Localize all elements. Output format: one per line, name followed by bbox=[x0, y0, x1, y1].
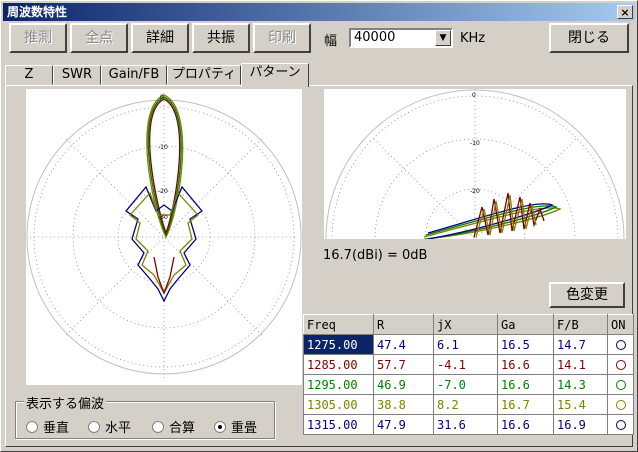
table-row[interactable]: 1305.00 38.8 8.2 16.7 15.4 bbox=[303, 394, 634, 415]
col-r[interactable]: R bbox=[373, 314, 434, 335]
radio-icon[interactable] bbox=[152, 420, 164, 433]
col-on[interactable]: ON bbox=[607, 314, 634, 335]
resonance-button[interactable]: 共振 bbox=[192, 23, 250, 53]
ga-cell[interactable]: 16.5 bbox=[497, 334, 554, 355]
width-label: 幅 bbox=[324, 34, 338, 49]
radio-icon[interactable] bbox=[88, 420, 100, 433]
vertical-pattern-plot: 0 -10 -20 bbox=[324, 89, 626, 239]
col-fb[interactable]: F/B bbox=[553, 314, 608, 335]
freq-cell[interactable]: 1275.00 bbox=[303, 334, 374, 355]
table-row[interactable]: 1275.00 47.4 6.1 16.5 14.7 bbox=[303, 334, 634, 355]
freq-cell[interactable]: 1315.00 bbox=[303, 414, 374, 435]
radio-label: 重畳 bbox=[231, 421, 258, 436]
radio-horizontal[interactable]: 水平 bbox=[88, 417, 131, 436]
fb-cell[interactable]: 14.1 bbox=[553, 354, 608, 375]
radio-icon[interactable] bbox=[214, 420, 226, 433]
radio-icon[interactable] bbox=[26, 420, 38, 433]
jx-cell[interactable]: 8.2 bbox=[433, 394, 498, 415]
fb-cell[interactable]: 15.4 bbox=[553, 394, 608, 415]
r-cell[interactable]: 57.7 bbox=[373, 354, 434, 375]
vring-label-10: -10 bbox=[470, 140, 480, 147]
width-value: 40000 bbox=[354, 30, 396, 45]
polarization-title: 表示する偏波 bbox=[24, 393, 107, 412]
tab-gain-fb[interactable]: Gain/FB bbox=[101, 65, 167, 85]
change-color-button[interactable]: 色変更 bbox=[549, 282, 625, 308]
on-cell[interactable] bbox=[607, 414, 634, 435]
on-cell[interactable] bbox=[607, 394, 634, 415]
vring-label-0: 0 bbox=[472, 92, 476, 99]
fb-cell[interactable]: 16.9 bbox=[553, 414, 608, 435]
r-cell[interactable]: 38.8 bbox=[373, 394, 434, 415]
radio-label: 垂直 bbox=[43, 421, 70, 436]
r-cell[interactable]: 47.4 bbox=[373, 334, 434, 355]
ring-label-10: -10 bbox=[158, 144, 168, 151]
ga-cell[interactable]: 16.6 bbox=[497, 374, 554, 395]
circle-icon[interactable] bbox=[615, 420, 626, 430]
ga-cell[interactable]: 16.6 bbox=[497, 414, 554, 435]
radio-overlay[interactable]: 重畳 bbox=[214, 417, 257, 436]
frequency-table: Freq R jX Ga F/B ON 1275.00 47.4 6.1 16.… bbox=[303, 314, 634, 435]
ring-label-20: -20 bbox=[158, 188, 168, 195]
polarization-group: 表示する偏波 垂直 水平 合算 重畳 bbox=[15, 393, 275, 439]
col-freq[interactable]: Freq bbox=[303, 314, 374, 335]
freq-cell[interactable]: 1305.00 bbox=[303, 394, 374, 415]
circle-icon[interactable] bbox=[615, 340, 626, 350]
tab-properties[interactable]: プロパティ bbox=[167, 65, 241, 85]
estimate-button[interactable]: 推測 bbox=[9, 23, 67, 53]
table-row[interactable]: 1295.00 46.9 -7.0 16.6 14.3 bbox=[303, 374, 634, 395]
r-cell[interactable]: 47.9 bbox=[373, 414, 434, 435]
freq-cell[interactable]: 1285.00 bbox=[303, 354, 374, 375]
col-jx[interactable]: jX bbox=[433, 314, 498, 335]
circle-icon[interactable] bbox=[615, 400, 626, 410]
title-bar[interactable]: 周波数特性 × bbox=[3, 3, 635, 21]
table-row[interactable]: 1315.00 47.9 31.6 16.6 16.9 bbox=[303, 414, 634, 435]
all-points-button[interactable]: 全点 bbox=[70, 23, 128, 53]
radio-label: 合算 bbox=[169, 421, 196, 436]
jx-cell[interactable]: -7.0 bbox=[433, 374, 498, 395]
jx-cell[interactable]: 31.6 bbox=[433, 414, 498, 435]
freq-cell[interactable]: 1295.00 bbox=[303, 374, 374, 395]
close-button[interactable]: 閉じる bbox=[549, 23, 629, 53]
on-cell[interactable] bbox=[607, 374, 634, 395]
print-button[interactable]: 印刷 bbox=[253, 23, 311, 53]
vring-label-20: -20 bbox=[470, 188, 480, 195]
main-window: 周波数特性 × 推測 全点 詳細 共振 印刷 幅 40000 ▼ KHz 閉じる… bbox=[0, 0, 638, 452]
radio-label: 水平 bbox=[105, 421, 132, 436]
ring-label-0: 0 bbox=[160, 94, 164, 101]
tab-z[interactable]: Z bbox=[5, 65, 53, 85]
chevron-down-icon[interactable]: ▼ bbox=[435, 30, 451, 46]
detail-button[interactable]: 詳細 bbox=[131, 23, 189, 53]
ring-label-30: -30 bbox=[158, 214, 168, 221]
jx-cell[interactable]: 6.1 bbox=[433, 334, 498, 355]
col-ga[interactable]: Ga bbox=[497, 314, 554, 335]
on-cell[interactable] bbox=[607, 354, 634, 375]
table-row[interactable]: 1285.00 57.7 -4.1 16.6 14.1 bbox=[303, 354, 634, 375]
ga-cell[interactable]: 16.7 bbox=[497, 394, 554, 415]
table-header-row: Freq R jX Ga F/B ON bbox=[303, 314, 634, 335]
fb-cell[interactable]: 14.3 bbox=[553, 374, 608, 395]
window-title: 周波数特性 bbox=[7, 5, 68, 19]
circle-icon[interactable] bbox=[615, 360, 626, 370]
circle-icon[interactable] bbox=[615, 380, 626, 390]
width-combobox[interactable]: 40000 ▼ bbox=[349, 28, 453, 48]
r-cell[interactable]: 46.9 bbox=[373, 374, 434, 395]
unit-label: KHz bbox=[460, 31, 486, 46]
fb-cell[interactable]: 14.7 bbox=[553, 334, 608, 355]
tab-pattern[interactable]: パターン bbox=[241, 63, 309, 87]
horizontal-pattern-plot: 0 -10 -20 -30 bbox=[26, 89, 302, 385]
tab-swr[interactable]: SWR bbox=[53, 65, 101, 85]
ga-cell[interactable]: 16.6 bbox=[497, 354, 554, 375]
close-window-button[interactable]: × bbox=[617, 5, 633, 19]
jx-cell[interactable]: -4.1 bbox=[433, 354, 498, 375]
radio-total[interactable]: 合算 bbox=[152, 417, 195, 436]
reference-gain-text: 16.7(dBi) = 0dB bbox=[323, 248, 428, 263]
on-cell[interactable] bbox=[607, 334, 634, 355]
radio-vertical[interactable]: 垂直 bbox=[26, 417, 69, 436]
